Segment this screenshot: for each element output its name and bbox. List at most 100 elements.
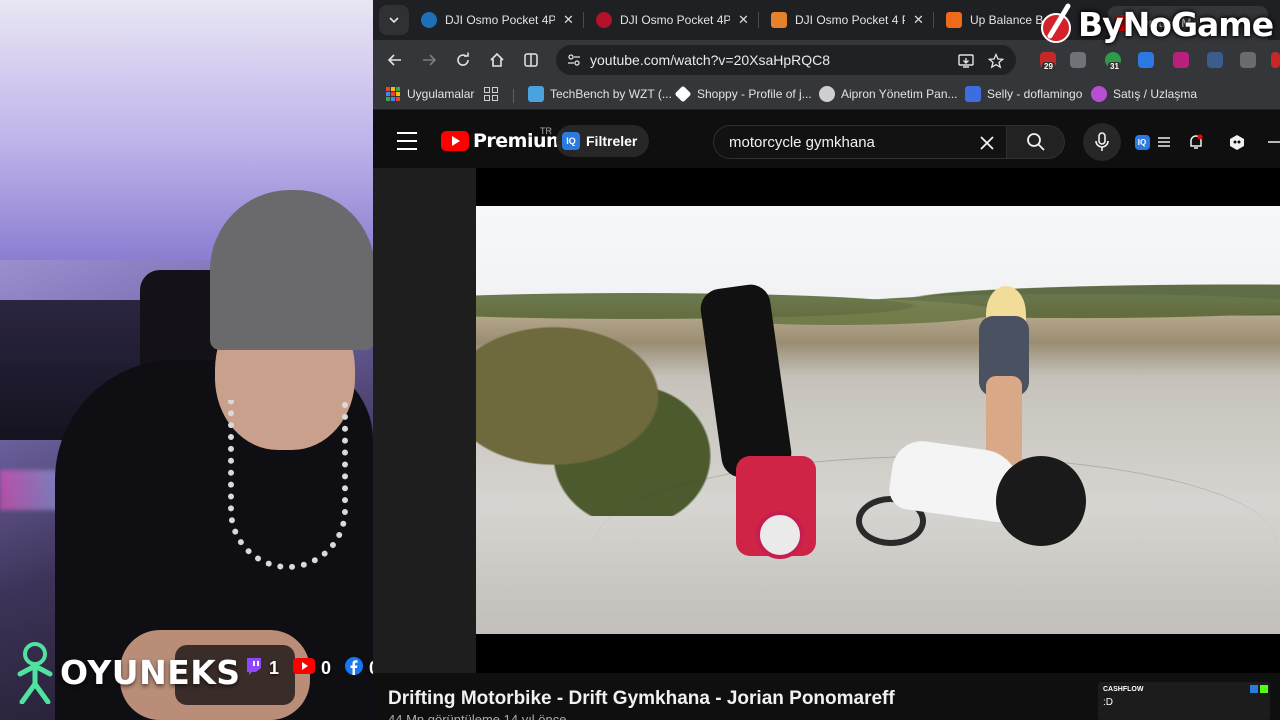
extension-more-icon[interactable] [1271, 52, 1280, 68]
site-info-icon[interactable] [564, 50, 584, 70]
chevron-down-icon [389, 17, 399, 24]
bookmark-aipron-label: Aipron Yönetim Pan... [841, 87, 958, 101]
search-icon [1026, 133, 1045, 151]
close-icon[interactable]: ✕ [563, 12, 574, 28]
tab-search-button[interactable] [379, 5, 409, 35]
browser-window: DJI Osmo Pocket 4P V ✕ DJI Osmo Pocket 4… [373, 0, 1280, 720]
search-input[interactable]: motorcycle gymkhana [713, 125, 1007, 159]
close-icon[interactable]: ✕ [738, 12, 749, 28]
search-value: motorcycle gymkhana [729, 134, 875, 151]
bookmark-selly-label: Selly - doflamingo [987, 87, 1083, 101]
stat-twitch: 1 [245, 657, 279, 680]
arrow-right-icon [423, 54, 437, 66]
create-button[interactable] [1226, 131, 1248, 153]
install-app-icon[interactable] [956, 51, 976, 71]
youtube-play-icon [441, 131, 469, 151]
bell-icon [1190, 134, 1203, 149]
bookmark-satis[interactable]: Satış / Uzlaşma [1091, 86, 1197, 102]
back-button[interactable] [383, 48, 407, 72]
notifications-button[interactable] [1185, 131, 1207, 153]
country-code: TR [540, 126, 552, 136]
hamburger-line [397, 148, 417, 150]
video-player[interactable] [373, 168, 1280, 673]
bookmark-shoppy[interactable]: Shoppy - Profile of j... [674, 85, 812, 103]
side-panel-button[interactable] [519, 48, 543, 72]
bookmark-apps-label: Uygulamalar [407, 87, 475, 101]
video-title: Drifting Motorbike - Drift Gymkhana - Jo… [388, 688, 895, 709]
arrow-left-icon [387, 54, 401, 66]
minus-icon [1268, 141, 1280, 143]
video-meta: 44 Mn görüntüleme 14 yıl önce [388, 712, 567, 720]
bookmarks-bar: Uygulamalar TechBench by WZT (... Shoppy… [373, 80, 1280, 110]
scene-rider-helmet [756, 511, 804, 559]
t-icon [771, 12, 787, 28]
microphone-icon [1095, 132, 1109, 151]
hamburger-line [397, 132, 417, 134]
tab-1-label: DJI Osmo Pocket 4P V [445, 13, 555, 27]
iq-icon: IQ [562, 132, 580, 150]
bookmark-selly[interactable]: Selly - doflamingo [965, 86, 1082, 102]
tab-1[interactable]: DJI Osmo Pocket 4P V ✕ [413, 6, 583, 34]
extension-mail-badge: 29 [1042, 62, 1055, 71]
bookmark-techbench-label: TechBench by WZT (... [550, 87, 672, 101]
shoppy-icon [674, 85, 692, 103]
chat-username: CASHFLOW [1103, 686, 1144, 693]
bookmark-grid[interactable] [483, 86, 499, 102]
extension-puzzle-icon[interactable] [1173, 52, 1189, 68]
extension-copy-icon[interactable] [1070, 52, 1086, 68]
extension-vpn-icon[interactable] [1207, 52, 1223, 68]
tab-2[interactable]: DJI Osmo Pocket 4P V ✕ [588, 6, 758, 34]
apps-icon [386, 87, 400, 101]
tab-divider [583, 12, 584, 28]
url-text: youtube.com/watch?v=20XsaHpRQC8 [590, 52, 831, 68]
channel-watermark: ByNoGame [1040, 2, 1274, 46]
extension-tab-icon[interactable] [1240, 52, 1256, 68]
queue-list-button[interactable] [1153, 131, 1175, 153]
tab-2-label: DJI Osmo Pocket 4P V [620, 13, 730, 27]
browser-toolbar: youtube.com/watch?v=20XsaHpRQC8 29 31 [373, 40, 1280, 80]
bookmark-shoppy-label: Shoppy - Profile of j... [697, 87, 812, 101]
brand-mascot-icon [14, 640, 56, 705]
close-icon [980, 136, 994, 150]
more-button[interactable] [1268, 131, 1280, 153]
bookmark-techbench[interactable]: TechBench by WZT (... [528, 86, 672, 102]
bookmark-aipron[interactable]: Aipron Yönetim Pan... [819, 86, 958, 102]
screen: OYUNEKS 1 0 0 36 [0, 0, 1280, 720]
streamer-chain [228, 400, 348, 570]
techbench-icon [528, 86, 544, 102]
home-button[interactable] [485, 48, 509, 72]
streamer-cap [210, 190, 373, 350]
scene-rear-wheel [996, 456, 1086, 546]
menu-button[interactable] [397, 132, 417, 150]
bookmark-satis-label: Satış / Uzlaşma [1113, 87, 1198, 101]
video-frame[interactable] [476, 206, 1280, 634]
bynogame-logo-icon [1041, 3, 1071, 43]
facebook-icon [345, 657, 364, 680]
extension-chat-badge: 31 [1108, 62, 1121, 71]
search-button[interactable] [1007, 125, 1065, 159]
forward-button[interactable] [417, 48, 441, 72]
tab-3[interactable]: DJI Osmo Pocket 4 Pr ✕ [763, 6, 933, 34]
clear-search-button[interactable] [976, 132, 998, 154]
bookmark-divider [513, 89, 514, 103]
grid-icon [484, 87, 498, 101]
twitch-icon [245, 657, 263, 680]
side-panel-icon [524, 53, 538, 67]
filters-button[interactable]: IQ Filtreler [556, 125, 650, 157]
extension-iq-icon[interactable] [1138, 52, 1154, 68]
bookmark-apps[interactable]: Uygulamalar [385, 86, 474, 102]
close-icon[interactable]: ✕ [913, 12, 924, 28]
address-bar[interactable]: youtube.com/watch?v=20XsaHpRQC8 [556, 45, 1016, 75]
reload-button[interactable] [451, 48, 475, 72]
watermark-text: ByNoGame [1078, 4, 1274, 44]
bookmark-star-icon[interactable] [986, 51, 1006, 71]
tab-divider [933, 12, 934, 28]
iq-extension-button[interactable]: IQ [1131, 131, 1153, 153]
tab-divider [758, 12, 759, 28]
stat-youtube: 0 [293, 658, 331, 679]
voice-search-button[interactable] [1083, 123, 1121, 161]
chat-overlay: CASHFLOW :D [1098, 682, 1270, 720]
youtube-header: Premium TR IQ Filtreler motorcycle gymkh… [373, 116, 1280, 168]
brand-name: OYUNEKS [60, 652, 241, 692]
reload-icon [457, 52, 469, 66]
